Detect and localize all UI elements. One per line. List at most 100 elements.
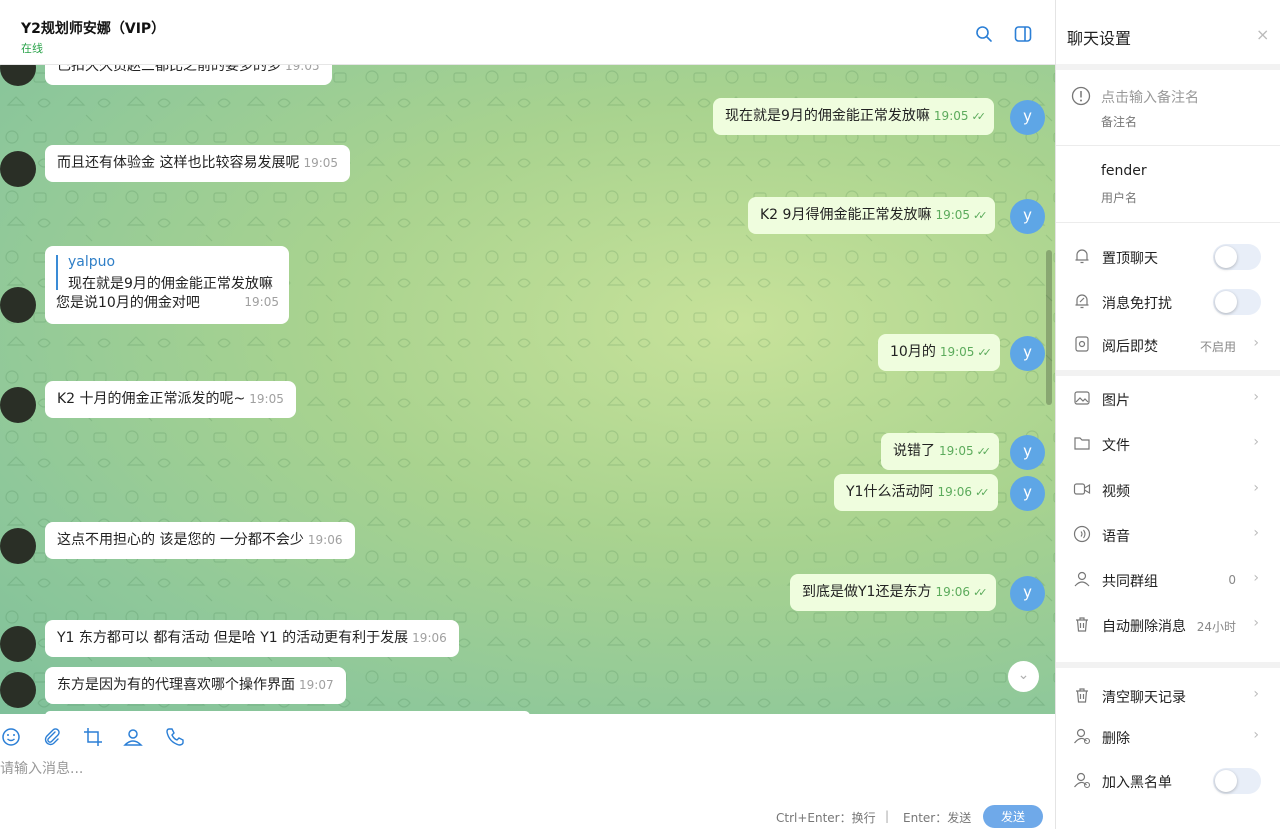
- chat-pane: Y2规划师安娜（VIP） 在线 已扣久久员赵三都比之前的要多的多 19:05 现…: [0, 0, 1055, 829]
- message-text: 现在就是9月的佣金能正常发放嘛: [725, 108, 930, 124]
- message-text: 东方是因为有的代理喜欢哪个操作界面: [57, 677, 295, 693]
- folder-icon: [1074, 437, 1090, 450]
- contact-avatar[interactable]: [0, 287, 36, 323]
- message-list[interactable]: 已扣久久员赵三都比之前的要多的多 19:05 现在就是9月的佣金能正常发放嘛 19:…: [0, 65, 1055, 714]
- quoted-author[interactable]: yalpuo: [68, 254, 115, 270]
- message-time: 19:05: [935, 208, 971, 222]
- chevron-right-icon: ›: [1253, 434, 1259, 450]
- chevron-down-icon: ⌄: [1017, 667, 1030, 683]
- video-icon: [1073, 483, 1091, 495]
- message-text: Y1什么活动阿: [846, 484, 934, 500]
- message-time: 19:06: [935, 585, 971, 599]
- timer-message-icon: [1075, 336, 1089, 352]
- row-burn-after-read[interactable]: 阅后即焚 不启用 ›: [1056, 325, 1280, 365]
- chat-settings-panel: 聊天设置 × 点击输入备注名 备注名 fender 用户名 置顶聊天 消息免打扰…: [1055, 0, 1280, 829]
- image-icon: [1074, 391, 1090, 405]
- chat-header: Y2规划师安娜（VIP） 在线: [0, 0, 1055, 65]
- message-time: 19:05: [303, 156, 339, 170]
- phone-icon[interactable]: [165, 727, 185, 747]
- trash-icon: [1076, 617, 1088, 632]
- chevron-right-icon: ›: [1253, 686, 1259, 702]
- divider: [1056, 222, 1280, 223]
- my-avatar[interactable]: y: [1010, 576, 1045, 611]
- quoted-text[interactable]: 现在就是9月的佣金能正常发放嘛: [68, 273, 273, 293]
- message-text: K2 9月得佣金能正常发放嘛: [760, 207, 932, 223]
- row-delete[interactable]: 删除 ›: [1056, 717, 1280, 757]
- contact-avatar[interactable]: [0, 626, 36, 662]
- online-status: 在线: [21, 42, 43, 55]
- message-time: 19:05: [249, 392, 284, 406]
- burn-after-read-label: 阅后即焚: [1102, 339, 1158, 355]
- message-bubble-in: Y1 东方都可以 都有活动 但是哈 Y1 的活动更有利于发展 19:06: [45, 620, 459, 657]
- trash-icon: [1076, 688, 1088, 703]
- chevron-right-icon: ›: [1253, 335, 1259, 351]
- pin-chat-label: 置顶聊天: [1102, 251, 1158, 267]
- username-value: fender: [1101, 163, 1147, 179]
- block-toggle[interactable]: [1213, 768, 1261, 794]
- auto-delete-label: 自动删除消息: [1102, 619, 1186, 635]
- chevron-right-icon: ›: [1253, 525, 1259, 541]
- mute-toggle[interactable]: [1213, 289, 1261, 315]
- row-images[interactable]: 图片 ›: [1056, 379, 1280, 419]
- user-remove-icon: [1074, 728, 1091, 745]
- contact-avatar[interactable]: [0, 387, 36, 423]
- voice-label: 语音: [1102, 529, 1130, 545]
- user-icon: [1074, 571, 1090, 587]
- message-bubble-out: 到底是做Y1还是东方 19:06 ✓✓: [790, 574, 996, 611]
- bell-off-icon: [1075, 294, 1089, 309]
- chevron-right-icon: ›: [1253, 480, 1259, 496]
- search-icon[interactable]: [975, 25, 993, 43]
- emoji-icon[interactable]: [1, 727, 21, 747]
- close-icon[interactable]: ×: [1256, 25, 1269, 44]
- message-scrollbar[interactable]: [1046, 250, 1052, 405]
- row-block[interactable]: 加入黑名单: [1056, 761, 1280, 801]
- chat-title: Y2规划师安娜（VIP）: [21, 21, 166, 37]
- my-avatar[interactable]: y: [1010, 476, 1045, 511]
- my-avatar[interactable]: y: [1010, 199, 1045, 234]
- message-bubble-in: 东方是因为有的代理喜欢哪个操作界面 19:07: [45, 667, 346, 704]
- send-button[interactable]: 发送: [983, 805, 1043, 828]
- row-mute[interactable]: 消息免打扰: [1056, 282, 1280, 322]
- divider: [1056, 64, 1280, 70]
- message-time: 19:06: [412, 631, 447, 645]
- scroll-to-bottom-button[interactable]: ⌄: [1008, 661, 1039, 692]
- row-voice[interactable]: 语音 ›: [1056, 515, 1280, 555]
- row-files[interactable]: 文件 ›: [1056, 424, 1280, 464]
- contact-avatar[interactable]: [0, 151, 36, 187]
- remark-input[interactable]: 点击输入备注名: [1101, 87, 1199, 107]
- message-bubble-out: Y1什么活动阿 19:06 ✓✓: [834, 474, 998, 511]
- read-check-icon: ✓✓: [971, 110, 987, 123]
- read-check-icon: ✓✓: [973, 209, 988, 222]
- panel-title: 聊天设置: [1067, 29, 1132, 48]
- bell-icon: [1075, 249, 1089, 264]
- sidebar-toggle-icon[interactable]: [1014, 25, 1032, 43]
- crop-icon[interactable]: [83, 727, 103, 747]
- message-time: 19:05: [939, 444, 974, 458]
- message-text: 10月的: [890, 344, 936, 360]
- message-input[interactable]: [0, 756, 1040, 782]
- row-videos[interactable]: 视频 ›: [1056, 470, 1280, 510]
- contact-icon[interactable]: [123, 727, 143, 747]
- message-time: 19:05: [244, 295, 279, 309]
- my-avatar[interactable]: y: [1010, 435, 1045, 470]
- my-avatar[interactable]: y: [1010, 100, 1045, 135]
- user-block-icon: [1074, 772, 1091, 789]
- attach-icon[interactable]: [42, 727, 62, 747]
- my-avatar[interactable]: y: [1010, 336, 1045, 371]
- divider: [1056, 370, 1280, 376]
- videos-label: 视频: [1102, 484, 1130, 500]
- composer: Ctrl+Enter：换行 | Enter：发送 发送: [0, 714, 1055, 829]
- contact-avatar[interactable]: [0, 528, 36, 564]
- row-auto-delete[interactable]: 自动删除消息 24小时 ›: [1056, 605, 1280, 645]
- read-check-icon: ✓✓: [975, 486, 990, 499]
- pin-chat-toggle[interactable]: [1213, 244, 1261, 270]
- contact-avatar[interactable]: [0, 672, 36, 708]
- message-time: 19:05: [285, 65, 320, 73]
- message-time: 19:05: [939, 345, 975, 359]
- message-text: 说错了: [893, 443, 935, 459]
- row-clear-history[interactable]: 清空聊天记录 ›: [1056, 676, 1280, 716]
- row-pin-chat[interactable]: 置顶聊天: [1056, 237, 1280, 277]
- row-common-groups[interactable]: 共同群组 0 ›: [1056, 560, 1280, 600]
- common-groups-count: 0: [1228, 573, 1236, 587]
- message-bubble-in: K2 十月的佣金正常派发的呢~ 19:05: [45, 381, 296, 418]
